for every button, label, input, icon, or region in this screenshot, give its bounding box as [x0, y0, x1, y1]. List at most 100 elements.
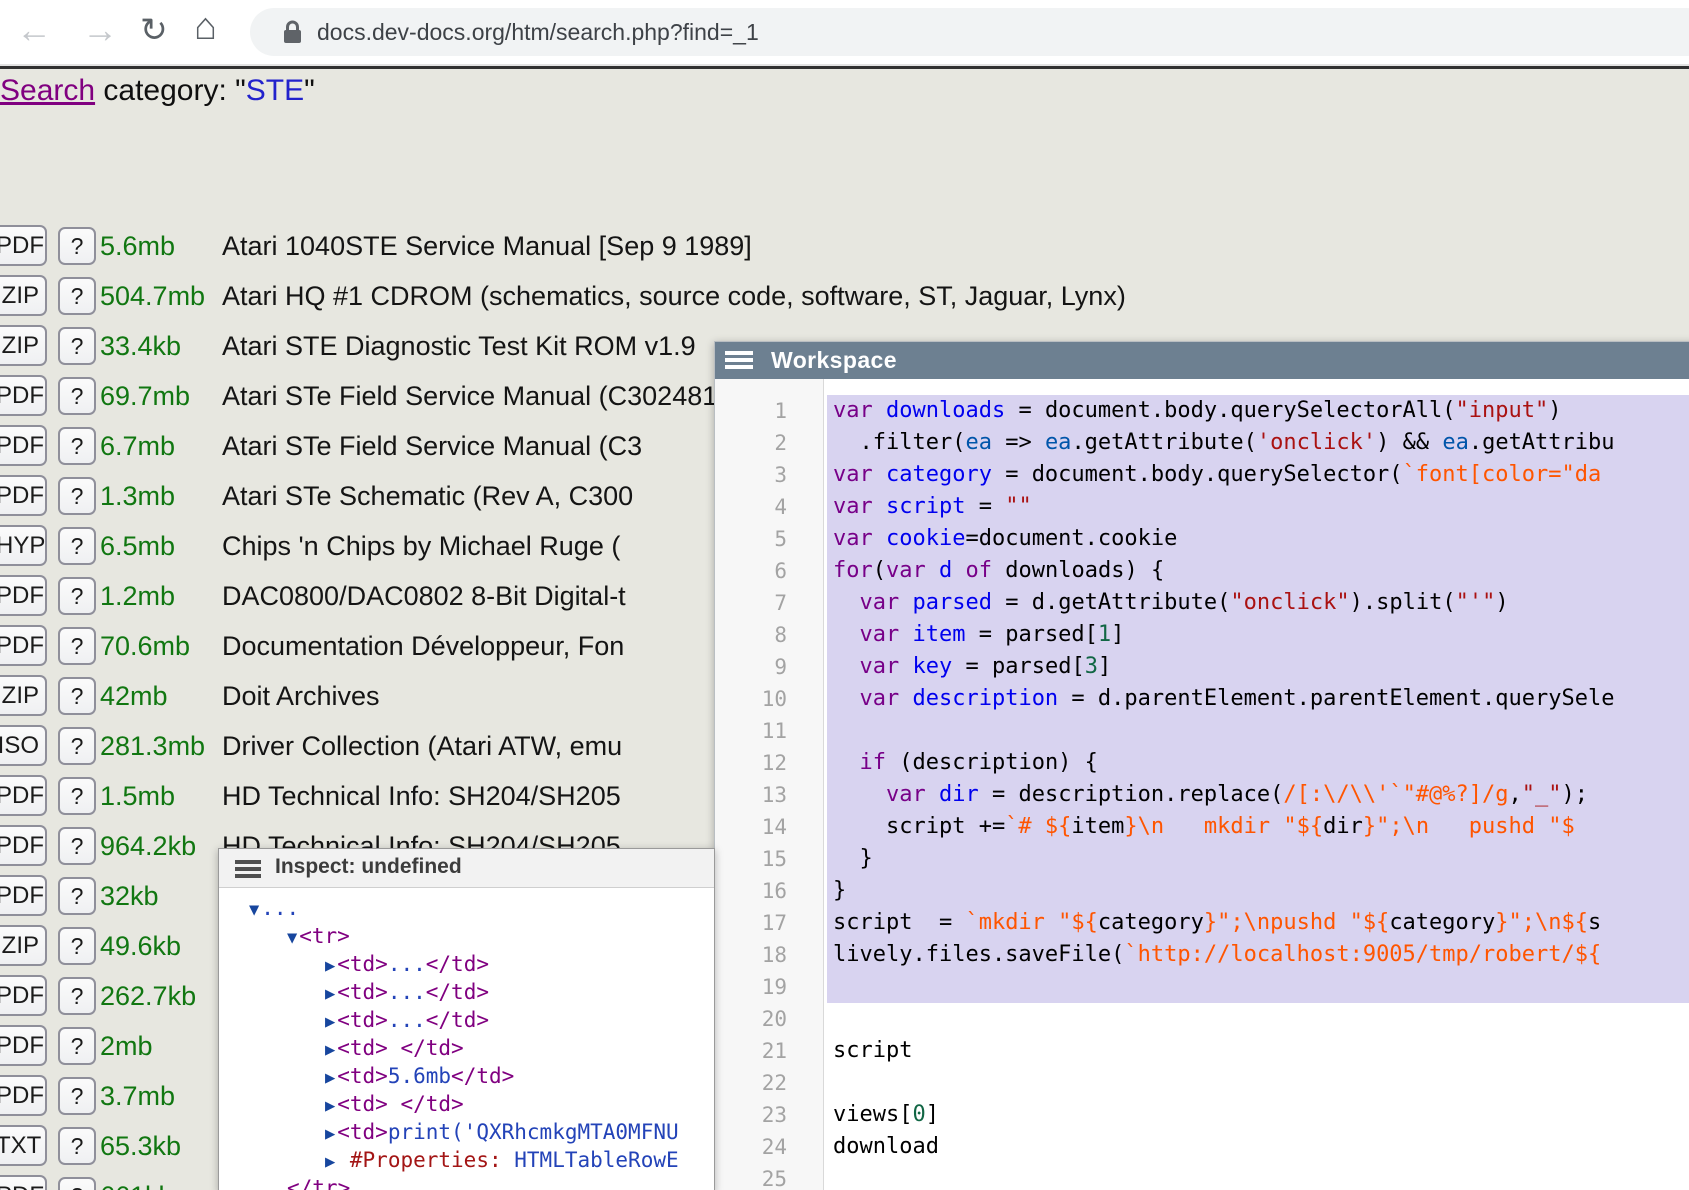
code-line[interactable] [827, 1067, 1689, 1099]
expand-arrow-icon[interactable]: ▶ [325, 1040, 335, 1060]
workspace-titlebar[interactable]: Workspace [715, 342, 1689, 379]
code-line[interactable]: } [827, 843, 1689, 875]
help-button[interactable]: ? [58, 1127, 96, 1165]
filetype-button[interactable]: PDF [0, 775, 47, 816]
code-line[interactable]: var item = parsed[1] [827, 619, 1689, 651]
filetype-button[interactable]: PDF [0, 1075, 47, 1116]
code-line[interactable]: lively.files.saveFile(`http://localhost:… [827, 939, 1689, 971]
code-line[interactable]: script [827, 1035, 1689, 1067]
line-number: 10 [715, 683, 823, 715]
help-button[interactable]: ? [58, 677, 96, 715]
code-line[interactable]: script +=`# ${item}\n mkdir "${dir}";\n … [827, 811, 1689, 843]
menu-icon[interactable] [235, 860, 261, 881]
expand-arrow-icon[interactable]: ▶ [325, 956, 335, 976]
help-button[interactable]: ? [58, 527, 96, 565]
filetype-button[interactable]: PDF [0, 575, 47, 616]
filetype-button[interactable]: PDF [0, 1175, 47, 1190]
collapse-arrow-icon[interactable]: ▼ [287, 928, 297, 948]
code-line[interactable]: download [827, 1131, 1689, 1163]
dom-tree-node: ▼<tr> [219, 922, 714, 950]
help-button[interactable]: ? [58, 927, 96, 965]
filetype-button[interactable]: PDF [0, 225, 47, 266]
help-button[interactable]: ? [58, 827, 96, 865]
help-button[interactable]: ? [58, 1077, 96, 1115]
help-button[interactable]: ? [58, 627, 96, 665]
filetype-button[interactable]: PDF [0, 1025, 47, 1066]
help-button[interactable]: ? [58, 277, 96, 315]
code-line[interactable]: for(var d of downloads) { [827, 555, 1689, 587]
filetype-button[interactable]: ZIP [0, 675, 47, 716]
code-line[interactable]: var dir = description.replace(/[:\/\\'`"… [827, 779, 1689, 811]
file-row: ZIP?504.7mbAtari HQ #1 CDROM (schematics… [0, 271, 1689, 319]
line-number: 24 [715, 1131, 823, 1163]
code-line[interactable]: var key = parsed[3] [827, 651, 1689, 683]
code-line[interactable] [827, 715, 1689, 747]
forward-icon[interactable]: → [82, 6, 118, 54]
code-line[interactable]: var parsed = d.getAttribute("onclick").s… [827, 587, 1689, 619]
code-line[interactable] [827, 1003, 1689, 1035]
code-line[interactable] [827, 971, 1689, 1003]
filetype-button[interactable]: PDF [0, 975, 47, 1016]
code-line[interactable]: script = `mkdir "${category}";\npushd "$… [827, 907, 1689, 939]
filetype-button[interactable]: HYP [0, 525, 47, 566]
code-line[interactable]: .filter(ea => ea.getAttribute('onclick')… [827, 427, 1689, 459]
code-editor[interactable]: 1234567891011121314151617181920212223242… [715, 379, 1689, 1190]
line-number: 25 [715, 1163, 823, 1190]
help-button[interactable]: ? [58, 227, 96, 265]
code-line[interactable]: if (description) { [827, 747, 1689, 779]
filetype-button[interactable]: ZIP [0, 275, 47, 316]
filetype-button[interactable]: PDF [0, 625, 47, 666]
help-button[interactable]: ? [58, 327, 96, 365]
filetype-button[interactable]: PDF [0, 875, 47, 916]
file-size: 32kb [100, 881, 159, 912]
dom-tree-node: ▶<td> </td> [219, 1090, 714, 1118]
expand-arrow-icon[interactable]: ▶ [325, 1068, 335, 1088]
filetype-button[interactable]: PDF [0, 475, 47, 516]
home-icon[interactable]: ⌂ [194, 3, 217, 51]
help-button[interactable]: ? [58, 877, 96, 915]
code-line[interactable]: var description = d.parentElement.parent… [827, 683, 1689, 715]
help-button[interactable]: ? [58, 427, 96, 465]
expand-arrow-icon[interactable]: ▶ [325, 1124, 335, 1144]
filetype-button[interactable]: TXT [0, 1125, 47, 1166]
file-title: HD Technical Info: SH204/SH205 [222, 781, 621, 812]
help-button[interactable]: ? [58, 377, 96, 415]
address-bar[interactable]: docs.dev-docs.org/htm/search.php?find=_1 [250, 8, 1689, 56]
filetype-button[interactable]: ZIP [0, 925, 47, 966]
menu-icon[interactable] [725, 351, 753, 372]
code-line[interactable] [827, 1163, 1689, 1190]
filetype-button[interactable]: PDF [0, 825, 47, 866]
help-button[interactable]: ? [58, 577, 96, 615]
filetype-button[interactable]: ISO [0, 725, 47, 766]
expand-arrow-icon[interactable]: ▶ [325, 1096, 335, 1116]
inspector-titlebar[interactable]: Inspect: undefined [219, 849, 714, 888]
browser-toolbar: ← → ↻ ⌂ docs.dev-docs.org/htm/search.php… [0, 0, 1689, 64]
dom-tree-node: ▶<td>print('QXRhcmkgMTA0MFNU [219, 1118, 714, 1146]
code-line[interactable]: var script = "" [827, 491, 1689, 523]
help-button[interactable]: ? [58, 977, 96, 1015]
expand-arrow-icon[interactable]: ▶ [325, 1152, 335, 1172]
back-icon[interactable]: ← [16, 6, 52, 54]
code-line[interactable]: var category = document.body.querySelect… [827, 459, 1689, 491]
editor-code-area[interactable]: var downloads = document.body.querySelec… [825, 379, 1689, 1190]
filetype-button[interactable]: PDF [0, 425, 47, 466]
line-number: 3 [715, 459, 823, 491]
filetype-button[interactable]: ZIP [0, 325, 47, 366]
search-link[interactable]: Search [0, 74, 95, 107]
code-line[interactable]: var downloads = document.body.querySelec… [827, 395, 1689, 427]
code-line[interactable]: var cookie=document.cookie [827, 523, 1689, 555]
expand-arrow-icon[interactable]: ▶ [325, 1012, 335, 1032]
help-button[interactable]: ? [58, 777, 96, 815]
collapse-arrow-icon[interactable]: ▼ [249, 900, 259, 920]
expand-arrow-icon[interactable]: ▶ [325, 984, 335, 1004]
help-button[interactable]: ? [58, 477, 96, 515]
help-button[interactable]: ? [58, 727, 96, 765]
code-line[interactable]: } [827, 875, 1689, 907]
line-number: 6 [715, 555, 823, 587]
help-button[interactable]: ? [58, 1027, 96, 1065]
code-line[interactable]: views[0] [827, 1099, 1689, 1131]
file-size: 69.7mb [100, 381, 190, 412]
refresh-icon[interactable]: ↻ [140, 6, 168, 54]
help-button[interactable]: ? [58, 1177, 96, 1190]
filetype-button[interactable]: PDF [0, 375, 47, 416]
